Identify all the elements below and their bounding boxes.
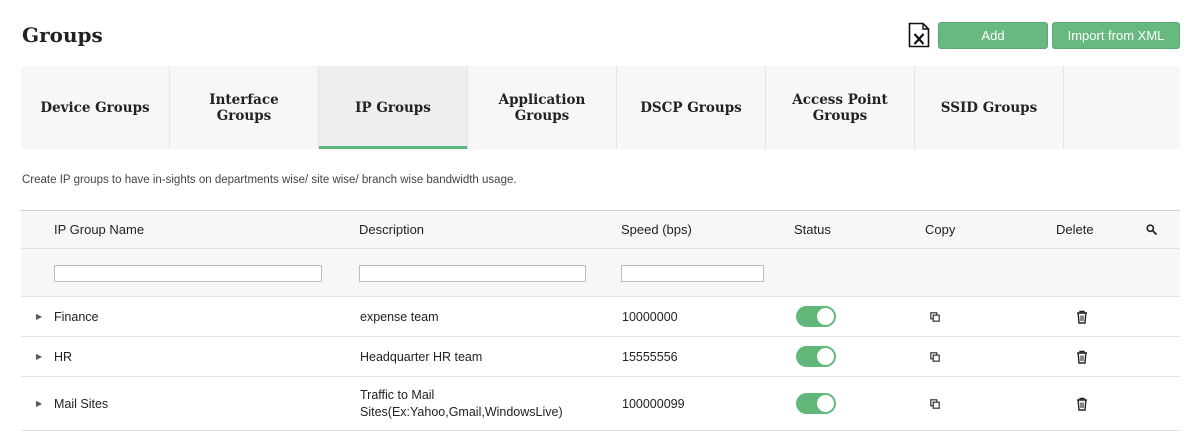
import-from-xml-button[interactable]: Import from XML — [1052, 22, 1180, 49]
row-name: Finance — [54, 309, 99, 324]
tab-access-point-groups[interactable]: Access Point Groups — [766, 66, 915, 149]
group-tabs: Device Groups Interface Groups IP Groups… — [21, 66, 1180, 149]
trash-icon[interactable] — [1076, 377, 1088, 430]
page-title: Groups — [22, 23, 103, 47]
page-description: Create IP groups to have in-sights on de… — [22, 174, 517, 186]
row-name: HR — [54, 349, 73, 364]
table-row: ▶ HR Headquarter HR team 15555556 — [21, 337, 1180, 377]
copy-icon[interactable] — [930, 377, 940, 430]
status-toggle[interactable] — [796, 377, 836, 430]
tab-filler — [1064, 66, 1180, 149]
row-speed: 15555556 — [622, 349, 678, 364]
ip-groups-table: IP Group Name Description Speed (bps) St… — [21, 210, 1180, 431]
add-button[interactable]: Add — [938, 22, 1048, 49]
row-name: Mail Sites — [54, 396, 109, 411]
search-icon[interactable] — [1146, 211, 1157, 248]
filter-description-input[interactable] — [359, 265, 586, 282]
expand-arrow-icon[interactable]: ▶ — [36, 297, 42, 336]
column-header-speed[interactable]: Speed (bps) — [621, 211, 692, 248]
tab-device-groups[interactable]: Device Groups — [21, 66, 170, 149]
trash-icon[interactable] — [1076, 297, 1088, 336]
copy-icon[interactable] — [930, 337, 940, 376]
excel-export-icon[interactable] — [908, 22, 930, 48]
status-toggle[interactable] — [796, 337, 836, 376]
row-description-line2: Sites(Ex:Yahoo,Gmail,WindowsLive) — [360, 404, 563, 419]
table-row: ▶ Mail Sites Traffic to Mail Sites(Ex:Ya… — [21, 377, 1180, 431]
tab-ip-groups[interactable]: IP Groups — [319, 66, 468, 149]
column-header-name[interactable]: IP Group Name — [54, 211, 144, 248]
tab-interface-groups[interactable]: Interface Groups — [170, 66, 319, 149]
column-header-description[interactable]: Description — [359, 211, 424, 248]
filter-speed-input[interactable] — [621, 265, 764, 282]
row-description: Traffic to Mail Sites(Ex:Yahoo,Gmail,Win… — [360, 377, 563, 430]
column-header-delete: Delete — [1056, 222, 1094, 237]
column-header-status: Status — [794, 222, 831, 237]
table-header: IP Group Name Description Speed (bps) St… — [21, 211, 1180, 249]
expand-arrow-icon[interactable]: ▶ — [36, 337, 42, 376]
row-description: Headquarter HR team — [360, 349, 483, 364]
trash-icon[interactable] — [1076, 337, 1088, 376]
column-header-copy: Copy — [925, 222, 956, 237]
row-speed: 100000099 — [622, 396, 685, 411]
tab-ssid-groups[interactable]: SSID Groups — [915, 66, 1064, 149]
tab-dscp-groups[interactable]: DSCP Groups — [617, 66, 766, 149]
row-description-line1: Traffic to Mail — [360, 387, 435, 402]
filter-name-input[interactable] — [54, 265, 322, 282]
row-description: expense team — [360, 309, 439, 324]
expand-arrow-icon[interactable]: ▶ — [36, 377, 42, 430]
copy-icon[interactable] — [930, 297, 940, 336]
row-speed: 10000000 — [622, 309, 678, 324]
table-row: ▶ Finance expense team 10000000 — [21, 297, 1180, 337]
status-toggle[interactable] — [796, 297, 836, 336]
filter-row — [21, 249, 1180, 297]
tab-application-groups[interactable]: Application Groups — [468, 66, 617, 149]
